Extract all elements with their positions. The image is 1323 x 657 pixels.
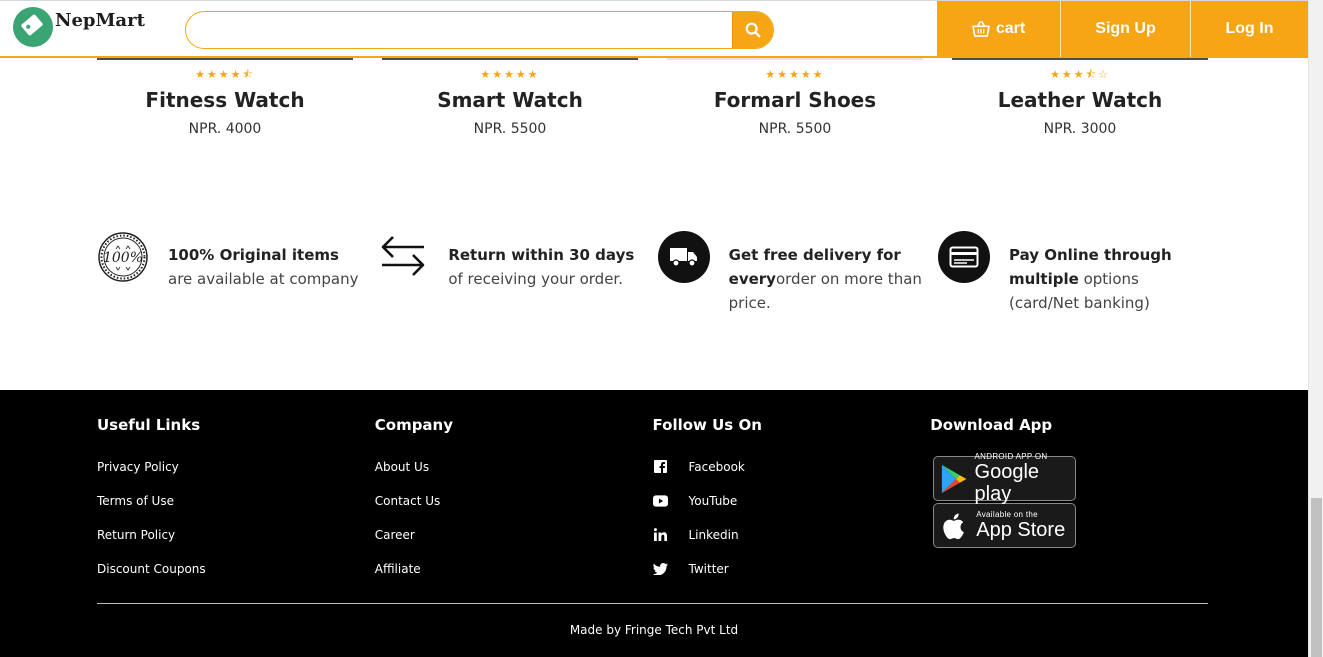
footer-link-affiliate[interactable]: Affiliate [375,560,653,594]
facebook-icon [653,459,668,474]
youtube-icon [652,493,668,508]
svg-text:100%: 100% [103,250,143,266]
footer-credit: Made by Fringe Tech Pvt Ltd [569,623,739,637]
header-nav: cart Sign Up Log In [937,1,1308,57]
product-name: Formarl Shoes [713,88,877,112]
product-image [382,58,638,60]
useful-links-column: Useful Links Privacy Policy Terms of Use… [97,416,375,594]
product-price: NPR. 5500 [473,121,547,137]
scrollbar-thumb[interactable] [1311,498,1322,657]
product-price: NPR. 4000 [188,121,262,137]
app-store-badge[interactable]: Available on the App Store [933,503,1077,548]
rating-stars: ★★★★★ [765,69,825,81]
rating-stars: ★★★⯪☆ [1050,69,1110,81]
feature-text: 100% Original items are available at com… [168,243,367,291]
footer-link-about[interactable]: About Us [375,458,653,492]
company-column: Company About Us Contact Us Career Affil… [375,416,653,594]
feature-bold: 100% Original items [168,246,339,264]
social-link-youtube[interactable]: YouTube [652,492,931,526]
feature-item: Pay Online through multiple options (car… [937,231,1208,315]
apple-icon [943,513,965,539]
badge-text: Available on the App Store [976,510,1065,541]
feature-text: Return within 30 days of receiving your … [448,243,647,291]
column-title: Follow Us On [652,416,762,434]
signup-button[interactable]: Sign Up [1061,1,1191,57]
product-row: ★★★★⯪ Fitness Watch NPR. 4000 ★★★★★ Smar… [97,58,1208,137]
footer-link-coupons[interactable]: Discount Coupons [97,560,375,594]
feature-text: Get free delivery for everyorder on more… [729,243,928,315]
footer-link-terms[interactable]: Terms of Use [97,492,375,526]
site-header: NepMart cart Sign Up Log In [0,0,1308,58]
social-label: Twitter [688,562,729,576]
rating-stars: ★★★★★ [480,69,540,81]
login-button[interactable]: Log In [1191,1,1308,57]
badge-big-text: Google play [974,461,1040,505]
footer-columns: Useful Links Privacy Policy Terms of Use… [97,416,1208,594]
feature-bold: Return within 30 days [448,246,635,264]
product-image [667,58,923,60]
feature-item: Return within 30 days of receiving your … [377,231,647,315]
badge-small-text: Available on the [976,510,1038,519]
product-name: Leather Watch [997,88,1163,112]
footer-link-career[interactable]: Career [375,526,653,560]
feature-text: Pay Online through multiple options (car… [1009,243,1208,315]
feature-item: 100% 100% Original items are available a… [97,231,367,315]
badge-big-text: App Store [976,519,1066,541]
feature-item: Get free delivery for everyorder on more… [657,231,928,315]
social-link-linkedin[interactable]: Linkedin [653,526,931,560]
download-column: Download App ANDROID APP ON Google play [930,416,1208,594]
badge-small-text: ANDROID APP ON [974,452,1048,461]
product-name: Fitness Watch [145,88,305,112]
search-icon [745,22,761,38]
feature-rest: are available at company [168,270,359,288]
delivery-truck-icon [657,231,710,283]
features-row: 100% 100% Original items are available a… [97,231,1208,315]
search-button[interactable] [732,12,773,48]
social-label: YouTube [688,494,738,508]
column-title: Useful Links [97,416,201,434]
linkedin-icon [653,527,668,542]
column-title: Download App [930,416,1053,434]
guarantee-seal-icon: 100% [97,231,149,283]
google-play-icon [942,464,967,493]
price-tag-icon [13,7,53,47]
twitter-icon [652,561,668,576]
footer-divider [97,603,1208,604]
product-price: NPR. 3000 [1043,121,1117,137]
column-title: Company [374,416,454,434]
product-card[interactable]: ★★★⯪☆ Leather Watch NPR. 3000 [952,58,1208,137]
search-input[interactable] [186,12,732,48]
cart-label: cart [995,20,1026,37]
product-name: Smart Watch [437,88,583,112]
search-bar [185,11,774,49]
footer-link-privacy[interactable]: Privacy Policy [97,458,375,492]
product-card[interactable]: ★★★★★ Smart Watch NPR. 5500 [382,58,638,137]
badge-text: ANDROID APP ON Google play [975,452,1076,505]
product-card[interactable]: ★★★★★ Formarl Shoes NPR. 5500 [667,58,923,137]
login-label: Log In [1225,20,1274,37]
social-link-twitter[interactable]: Twitter [652,560,931,594]
basket-icon [972,21,990,37]
product-card[interactable]: ★★★★⯪ Fitness Watch NPR. 4000 [97,58,353,137]
site-footer: Useful Links Privacy Policy Terms of Use… [0,390,1308,657]
follow-column: Follow Us On Facebook YouTube Linkedin T… [652,416,931,594]
social-label: Linkedin [688,528,739,542]
page-scrollbar[interactable] [1308,0,1323,657]
logo-text: NepMart [55,9,145,31]
social-label: Facebook [688,460,745,474]
cart-button[interactable]: cart [937,1,1061,57]
product-image [952,58,1208,60]
logo[interactable]: NepMart [13,7,145,47]
signup-label: Sign Up [1095,20,1156,37]
footer-link-contact[interactable]: Contact Us [375,492,653,526]
google-play-badge[interactable]: ANDROID APP ON Google play [933,452,1077,505]
rating-stars: ★★★★⯪ [195,69,255,81]
feature-rest: of receiving your order. [448,270,623,288]
social-link-facebook[interactable]: Facebook [653,458,931,492]
credit-card-icon [937,231,990,283]
footer-link-return[interactable]: Return Policy [97,526,375,560]
product-price: NPR. 5500 [758,121,832,137]
return-arrows-icon [377,231,429,283]
product-image [97,58,353,60]
